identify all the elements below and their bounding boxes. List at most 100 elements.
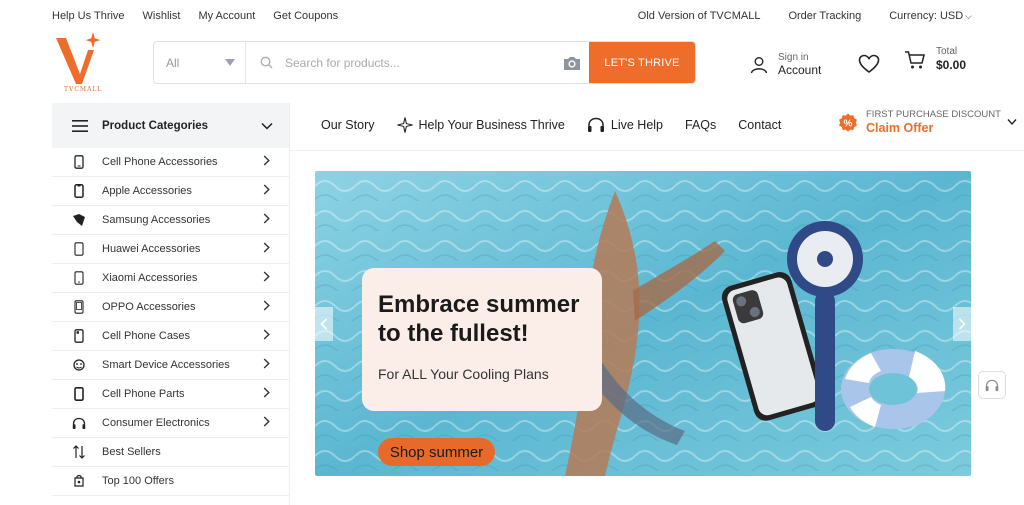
sidebar-item-cell-phone-accessories[interactable]: Cell Phone Accessories [52,148,289,177]
chevron-down-icon[interactable] [1007,118,1017,126]
sidebar-item-cell-phone-parts[interactable]: Cell Phone Parts [52,380,289,409]
category-sidebar-title: Product Categories [102,119,209,132]
sidebar-item-label: Apple Accessories [102,185,192,197]
header: TVCMALL All LET'S THRIVE [0,32,1024,94]
phone-case-icon [72,329,86,343]
headset-icon [985,379,999,391]
old-version-link[interactable]: Old Version of TVCMALL [638,10,761,22]
category-sidebar-header[interactable]: Product Categories [52,103,289,148]
chevron-down-icon: ⌵ [965,11,972,21]
headphones-icon [72,416,86,430]
logo-text: TVCMALL [64,86,103,93]
search-field [246,42,555,83]
sparkle-icon [396,117,413,133]
currency-selector[interactable]: Currency: USD ⌵ [889,10,972,22]
offer-icon [72,474,86,488]
category-list: Cell Phone Accessories Apple Accessories S… [52,148,289,496]
nav-help-business-thrive[interactable]: Help Your Business Thrive [396,117,565,133]
sidebar-item-smart-device-accessories[interactable]: Smart Device Accessories [52,351,289,380]
chevron-right-icon [263,300,273,314]
caret-down-icon [225,59,235,66]
nav-contact-label: Contact [738,118,782,132]
get-coupons-link[interactable]: Get Coupons [273,10,338,22]
sidebar-item-oppo-accessories[interactable]: OPPO Accessories [52,293,289,322]
logo[interactable]: TVCMALL [52,32,108,94]
svg-text:%: % [844,118,853,129]
chevron-right-icon [263,184,273,198]
main-nav: Our Story Help Your Business Thrive Live… [321,112,803,138]
nav-our-story-label: Our Story [321,118,375,132]
sidebar-item-cell-phone-cases[interactable]: Cell Phone Cases [52,322,289,351]
hero-banner[interactable]: Embrace summer to the fullest! For ALL Y… [315,171,971,476]
sidebar-item-apple-accessories[interactable]: Apple Accessories [52,177,289,206]
sidebar-item-huawei-accessories[interactable]: Huawei Accessories [52,235,289,264]
sidebar-item-xiaomi-accessories[interactable]: Xiaomi Accessories [52,264,289,293]
currency-label: Currency: USD [889,10,964,22]
chevron-right-icon [263,271,273,285]
nav-faqs[interactable]: FAQs [685,118,716,132]
oppo-phone-icon [72,300,86,314]
sidebar-item-samsung-accessories[interactable]: Samsung Accessories [52,206,289,235]
chevron-right-icon [263,213,273,227]
sidebar-item-top-100-offers[interactable]: Top 100 Offers [52,467,289,496]
search-category-select[interactable]: All [154,42,246,83]
sidebar-item-label: Cell Phone Accessories [102,156,218,168]
smart-device-icon [72,358,86,372]
nav-live-help[interactable]: Live Help [587,117,663,133]
promo-text: FIRST PURCHASE DISCOUNT Claim Offer [866,109,1001,136]
sidebar-item-label: Consumer Electronics [102,417,210,429]
chevron-right-icon [263,387,273,401]
account-link[interactable]: Sign in Account [750,52,821,77]
sidebar-item-best-sellers[interactable]: Best Sellers [52,438,289,467]
top-links-right: Old Version of TVCMALL Order Tracking Cu… [638,10,972,22]
apple-phone-icon [72,184,86,198]
category-sidebar: Product Categories Cell Phone Accessorie… [52,103,290,505]
phone-icon [72,155,86,169]
logo-mark-icon [56,32,101,84]
sidebar-item-consumer-electronics[interactable]: Consumer Electronics [52,409,289,438]
search-input[interactable] [285,55,535,70]
cart-text: Total $0.00 [936,46,966,73]
banner-prev-button[interactable] [315,307,333,341]
banner-text-card: Embrace summer to the fullest! For ALL Y… [362,268,602,411]
chevron-right-icon [263,242,273,256]
cart-total-amount: $0.00 [936,58,967,72]
nav-contact[interactable]: Contact [738,118,781,132]
top-utility-bar: Help Us Thrive Wishlist My Account Get C… [0,0,1024,32]
help-us-thrive-link[interactable]: Help Us Thrive [52,10,125,22]
nav-our-story[interactable]: Our Story [321,118,375,132]
user-icon [750,56,768,73]
nav-help-business-label: Help Your Business Thrive [418,118,565,132]
my-account-link[interactable]: My Account [198,10,255,22]
order-tracking-link[interactable]: Order Tracking [788,10,861,22]
first-purchase-promo[interactable]: % FIRST PURCHASE DISCOUNT Claim Offer [838,109,1001,136]
sign-in-label: Sign in [778,52,809,63]
shop-summer-button[interactable]: Shop summer [378,438,495,466]
sidebar-item-label: Huawei Accessories [102,243,201,255]
cart-icon [905,50,925,68]
banner-headline: Embrace summer to the fullest! [378,291,580,347]
nav-live-help-label: Live Help [610,118,664,132]
wishlist-link[interactable]: Wishlist [143,10,181,22]
headset-icon [587,117,604,132]
menu-icon [72,119,88,132]
sidebar-item-label: OPPO Accessories [102,301,196,313]
sort-icon [72,445,86,459]
chevron-down-icon [261,122,273,130]
wishlist-button[interactable] [858,54,880,79]
floating-live-help-button[interactable] [978,371,1006,399]
top-links-left: Help Us Thrive Wishlist My Account Get C… [52,10,338,22]
sidebar-item-label: Cell Phone Parts [102,388,185,400]
promo-claim-offer: Claim Offer [866,121,934,135]
xiaomi-phone-icon [72,271,86,285]
chevron-right-icon [263,358,273,372]
search-submit-button[interactable]: LET'S THRIVE [589,42,695,83]
sidebar-item-label: Samsung Accessories [102,214,211,226]
sidebar-item-label: Best Sellers [102,446,161,458]
chevron-right-icon [958,318,966,330]
banner-next-button[interactable] [953,307,971,341]
cart-button[interactable]: Total $0.00 [904,46,966,73]
huawei-phone-icon [72,242,86,256]
camera-search-button[interactable] [555,42,589,83]
samsung-icon [72,213,86,227]
